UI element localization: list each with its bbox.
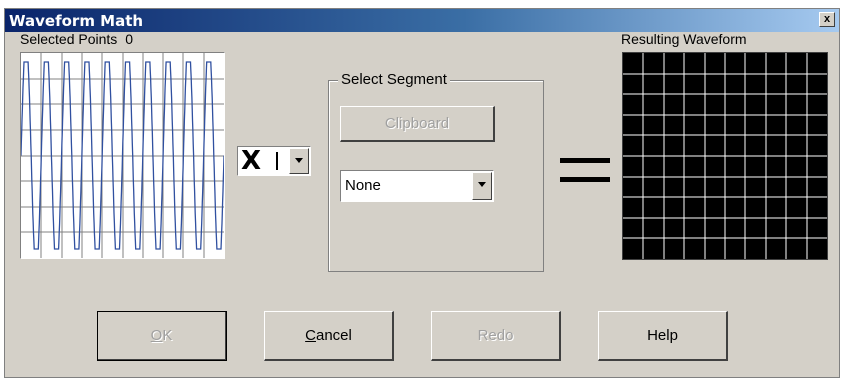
equals-sign — [560, 158, 610, 184]
resulting-waveform-plot — [622, 52, 828, 260]
window-title: Waveform Math — [9, 12, 144, 30]
resulting-waveform-label: Resulting Waveform — [621, 31, 747, 47]
source-waveform-svg — [20, 53, 225, 258]
operator-value: X — [241, 146, 262, 176]
segment-select-value: None — [345, 177, 381, 194]
selected-points-label: Selected Points 0 — [20, 31, 133, 47]
ok-button-label: OK — [150, 327, 173, 344]
equals-bar-top — [560, 158, 610, 163]
redo-button[interactable]: Redo — [431, 311, 561, 361]
close-icon: x — [823, 13, 831, 25]
close-button[interactable]: x — [819, 12, 835, 27]
resulting-plot-grid — [623, 53, 827, 259]
clipboard-button-label: Clipboard — [384, 115, 450, 132]
chevron-down-icon[interactable] — [472, 172, 492, 200]
resulting-waveform-svg — [623, 53, 827, 259]
help-button[interactable]: Help — [598, 311, 728, 361]
selected-points-count: 0 — [125, 31, 133, 47]
text-cursor — [276, 152, 278, 170]
selected-points-text: Selected Points — [20, 31, 118, 47]
operator-select[interactable]: X — [237, 146, 311, 176]
select-segment-title: Select Segment — [338, 71, 450, 88]
cancel-button[interactable]: Cancel — [264, 311, 394, 361]
cancel-button-label: Cancel — [305, 327, 352, 344]
redo-button-label: Redo — [477, 327, 514, 344]
title-bar[interactable]: Waveform Math x — [5, 9, 839, 32]
help-button-label: Help — [647, 327, 678, 344]
source-waveform-plot — [20, 52, 225, 259]
ok-button[interactable]: OK — [97, 311, 227, 361]
segment-select[interactable]: None — [340, 170, 494, 202]
chevron-down-icon[interactable] — [289, 148, 309, 174]
equals-bar-bottom — [560, 177, 610, 182]
clipboard-button[interactable]: Clipboard — [340, 106, 495, 142]
